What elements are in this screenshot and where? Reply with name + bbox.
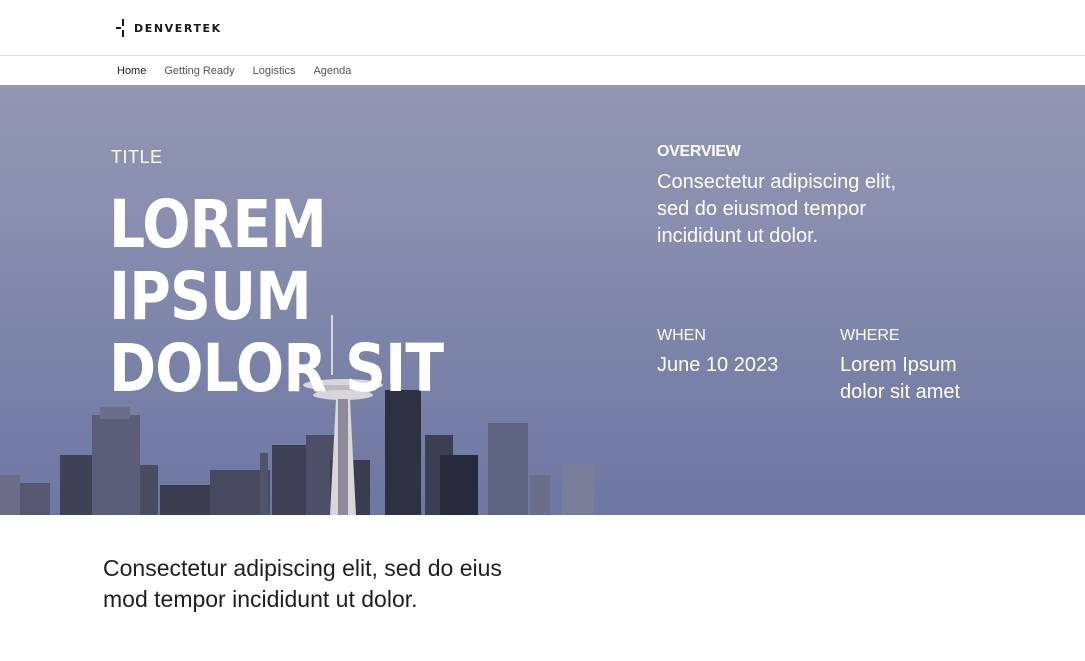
nav-item-home[interactable]: Home [117,65,146,77]
brand-logo[interactable]: DENVERTEK [116,18,222,38]
nav-item-agenda[interactable]: Agenda [313,65,351,77]
nav-item-logistics[interactable]: Logistics [253,65,296,77]
brand-name: DENVERTEK [134,21,222,35]
hero-banner: TITLE LOREM IPSUM DOLOR SIT OVERVIEW Con… [0,85,1085,515]
where-label: WHERE [840,327,900,344]
when-value: June 10 2023 [657,354,779,376]
overview-text: Consectetur adipiscing elit, sed do eius… [657,171,897,247]
hero-headline: LOREM IPSUM DOLOR SIT [109,189,522,405]
headline-line-1: LOREM IPSUM [109,186,327,335]
main-nav: Home Getting Ready Logistics Agenda [0,57,1085,85]
denvertek-logo-icon [116,19,128,37]
where-value: Lorem Ipsum dolor sit amet [840,354,961,403]
when-label: WHEN [657,327,706,344]
intro-paragraph: Consectetur adipiscing elit, sed do eius… [103,555,502,612]
headline-line-2: DOLOR SIT [109,330,444,407]
hero-eyebrow: TITLE [111,147,163,167]
top-header: DENVERTEK [0,0,1085,56]
nav-item-getting-ready[interactable]: Getting Ready [164,65,234,77]
overview-label: OVERVIEW [657,143,741,160]
